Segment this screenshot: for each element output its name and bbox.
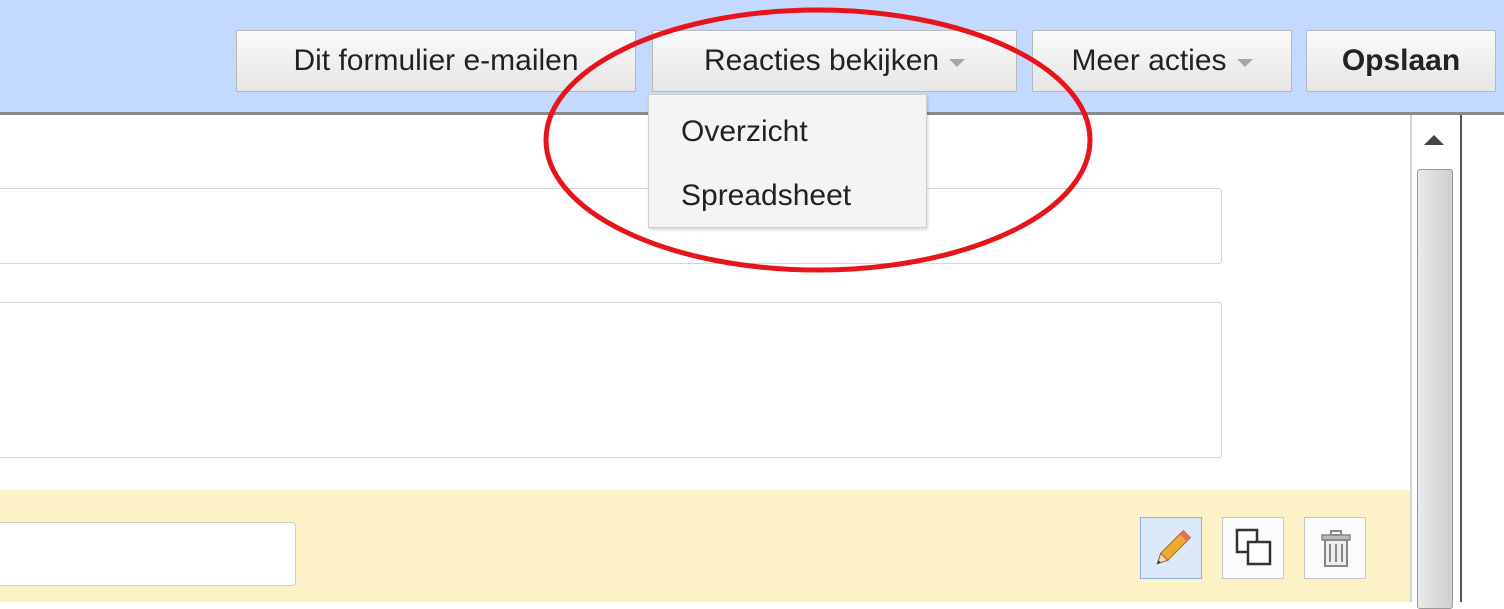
save-button[interactable]: Opslaan [1306, 30, 1496, 92]
trash-icon [1321, 530, 1351, 567]
duplicate-icon [1235, 528, 1272, 566]
duplicate-question-button[interactable] [1222, 517, 1284, 579]
view-responses-label: Reacties bekijken [703, 44, 940, 77]
vertical-scrollbar[interactable] [1410, 115, 1462, 609]
view-responses-dropdown: Overzicht Spreadsheet [648, 94, 927, 228]
form-title-field[interactable] [0, 188, 1222, 264]
more-actions-label: Meer acties [1071, 44, 1227, 77]
chevron-down-icon [1236, 59, 1253, 67]
email-form-button[interactable]: Dit formulier e-mailen [236, 30, 636, 92]
save-label: Opslaan [1341, 44, 1461, 77]
scroll-up-arrow-icon[interactable] [1424, 135, 1444, 145]
edit-question-button[interactable] [1140, 517, 1202, 579]
chevron-down-icon [949, 59, 966, 67]
form-description-field[interactable] [0, 302, 1222, 458]
menu-item-overview[interactable]: Overzicht [681, 115, 808, 149]
menu-item-spreadsheet[interactable]: Spreadsheet [681, 179, 851, 213]
scrollbar-thumb[interactable] [1417, 169, 1453, 609]
more-actions-button[interactable]: Meer acties [1032, 30, 1292, 92]
delete-question-button[interactable] [1304, 517, 1366, 579]
email-form-label: Dit formulier e-mailen [293, 44, 579, 77]
question-title-input[interactable] [0, 522, 296, 586]
view-responses-button[interactable]: Reacties bekijken [652, 30, 1017, 92]
pencil-icon [1156, 529, 1192, 565]
